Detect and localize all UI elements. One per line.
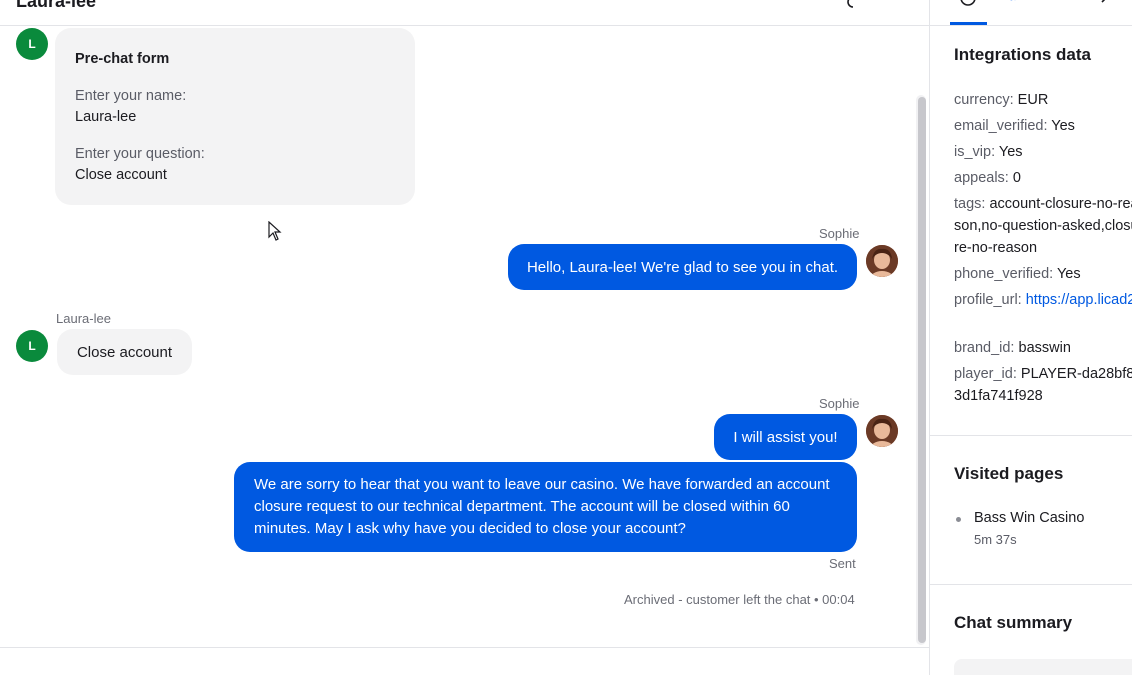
- visited-page-time: 5m 37s: [974, 532, 1017, 547]
- tab-customer-details[interactable]: [958, 0, 982, 12]
- field-phone-verified: phone_verified: Yes: [954, 266, 1081, 282]
- tab-app[interactable]: [1047, 0, 1071, 12]
- message-composer[interactable]: [0, 647, 929, 676]
- chat-scrollbar-thumb[interactable]: [918, 97, 926, 643]
- message-author: Sophie: [819, 226, 860, 241]
- field-currency: currency: EUR: [954, 92, 1049, 108]
- integrations-title: Integrations data: [954, 45, 1091, 64]
- field-brand-id: brand_id: basswin: [954, 340, 1071, 356]
- bullet-icon: [956, 517, 961, 522]
- chat-feed: L Pre-chat form Enter your name: Laura-l…: [0, 26, 929, 647]
- customer-message: Close account: [57, 329, 192, 375]
- agent-avatar: [866, 415, 898, 447]
- customer-avatar: L: [16, 330, 48, 362]
- customer-avatar: L: [16, 28, 48, 60]
- tab-integrations[interactable]: [1006, 0, 1030, 12]
- details-panel: Integrations data currency: EUR email_ve…: [929, 0, 1132, 675]
- field-email-verified: email_verified: Yes: [954, 118, 1075, 134]
- field-profile-url: profile_url: https://app.licad2: [954, 289, 1132, 333]
- profile-url-link[interactable]: https://app.licad2: [1026, 292, 1132, 308]
- agent-message: I will assist you!: [714, 414, 857, 460]
- prechat-name-value: Laura-lee: [75, 109, 137, 125]
- agent-message: Hello, Laura-lee! We're glad to see you …: [508, 244, 857, 290]
- section-divider: [930, 584, 1132, 585]
- field-is-vip: is_vip: Yes: [954, 144, 1023, 160]
- field-appeals: appeals: 0: [954, 170, 1021, 186]
- agent-avatar: [866, 245, 898, 277]
- prechat-name-label: Enter your name:: [75, 88, 187, 104]
- message-author: Laura-lee: [56, 311, 111, 326]
- chat-title: Laura-lee: [16, 0, 97, 11]
- prechat-form-card: Pre-chat form Enter your name: Laura-lee…: [55, 28, 415, 205]
- mouse-cursor-icon: [268, 220, 282, 246]
- section-divider: [930, 435, 1132, 436]
- agent-message: We are sorry to hear that you want to le…: [234, 462, 857, 552]
- message-status: Sent: [829, 556, 856, 571]
- copy-icon[interactable]: [843, 0, 859, 15]
- prechat-question-label: Enter your question:: [75, 146, 205, 162]
- field-player-id: player_id: PLAYER-da28bf83d1fa741f928: [954, 366, 1132, 404]
- chat-summary-title: Chat summary: [954, 613, 1073, 632]
- prechat-form-title: Pre-chat form: [75, 51, 170, 67]
- chat-header: Laura-lee: [0, 0, 929, 26]
- message-author: Sophie: [819, 396, 860, 411]
- panel-divider: [930, 25, 1132, 26]
- chat-summary-box: [954, 659, 1132, 675]
- prechat-question-value: Close account: [75, 167, 167, 183]
- visited-page-name[interactable]: Bass Win Casino: [974, 510, 1084, 526]
- tab-transfer[interactable]: [1090, 0, 1114, 12]
- archived-status: Archived - customer left the chat • 00:0…: [624, 592, 855, 607]
- field-tags: tags: account-closure-no-reason,no-quest…: [954, 196, 1132, 256]
- visited-pages-title: Visited pages: [954, 464, 1064, 483]
